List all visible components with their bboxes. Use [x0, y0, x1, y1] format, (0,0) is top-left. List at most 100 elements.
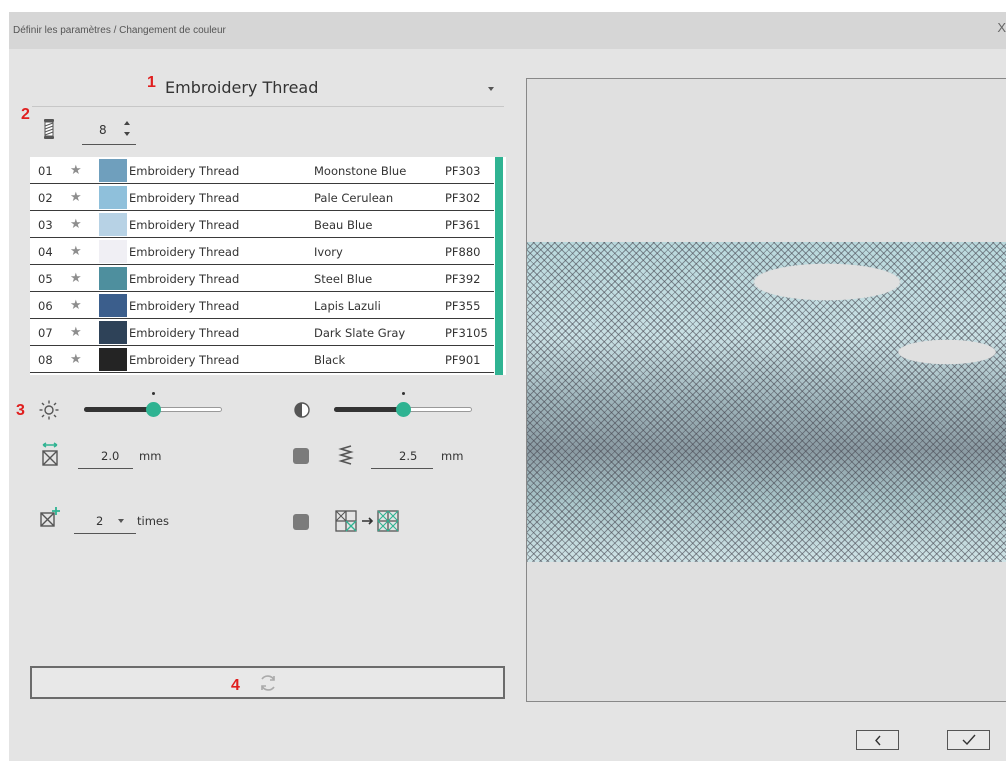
star-icon[interactable]: ★: [70, 352, 82, 367]
chevron-down-icon: [488, 87, 494, 91]
sun-icon: [39, 400, 59, 420]
chevron-left-icon: [875, 735, 881, 746]
thread-code: PF3105: [445, 326, 488, 340]
thread-number: 08: [38, 353, 53, 367]
thread-number: 03: [38, 218, 53, 232]
star-icon[interactable]: ★: [70, 271, 82, 286]
refresh-icon: [261, 675, 275, 691]
thread-code: PF361: [445, 218, 481, 232]
star-icon[interactable]: ★: [70, 190, 82, 205]
cross-stitch-size-icon: [42, 442, 58, 466]
close-button[interactable]: X: [997, 20, 1006, 35]
contrast-thumb[interactable]: [396, 402, 411, 417]
brightness-thumb[interactable]: [146, 402, 161, 417]
repeat-unit: times: [137, 514, 169, 528]
zigzag-checkbox[interactable]: [293, 448, 309, 464]
star-icon[interactable]: ★: [70, 244, 82, 259]
dialog-window: Définir les paramètres / Changement de c…: [9, 12, 1006, 761]
zigzag-stitch-icon: [338, 445, 354, 465]
thread-number: 01: [38, 164, 53, 178]
color-swatch[interactable]: [99, 294, 127, 317]
chevron-down-icon: [118, 519, 124, 523]
table-row[interactable]: 08 ★ Embroidery Thread Black PF901: [30, 347, 494, 373]
thread-code: PF302: [445, 191, 481, 205]
thread-brand: Embroidery Thread: [129, 164, 240, 178]
color-swatch[interactable]: [99, 186, 127, 209]
checkmark-icon: [962, 734, 976, 746]
thread-color-name: Steel Blue: [314, 272, 373, 286]
thread-color-name: Beau Blue: [314, 218, 373, 232]
table-row[interactable]: 03 ★ Embroidery Thread Beau Blue PF361: [30, 212, 494, 238]
title-bar: Définir les paramètres / Changement de c…: [9, 12, 1006, 49]
table-row[interactable]: 01 ★ Embroidery Thread Moonstone Blue PF303: [30, 158, 494, 184]
thread-code: PF901: [445, 353, 481, 367]
color-swatch[interactable]: [99, 348, 127, 371]
thread-number: 06: [38, 299, 53, 313]
table-row[interactable]: 05 ★ Embroidery Thread Steel Blue PF392: [30, 266, 494, 292]
cross-size-unit: mm: [139, 449, 162, 463]
thread-brand: Embroidery Thread: [129, 191, 240, 205]
thread-color-name: Dark Slate Gray: [314, 326, 406, 340]
contrast-slider[interactable]: [334, 392, 472, 417]
color-swatch[interactable]: [99, 213, 127, 236]
convert-stitch-checkbox[interactable]: [293, 514, 309, 530]
cross-size-input[interactable]: 2.0: [78, 444, 133, 469]
refresh-preview-button[interactable]: [30, 666, 505, 699]
preview-canvas[interactable]: [526, 78, 1006, 702]
thread-brand: Embroidery Thread: [129, 272, 240, 286]
color-swatch[interactable]: [99, 240, 127, 263]
back-button[interactable]: [856, 730, 899, 750]
thread-color-table: 01 ★ Embroidery Thread Moonstone Blue PF303 0…: [30, 157, 506, 375]
thread-brand: Embroidery Thread: [129, 299, 240, 313]
annotation-2: 2: [21, 106, 30, 123]
thread-brand: Embroidery Thread: [129, 218, 240, 232]
thread-color-name: Moonstone Blue: [314, 164, 407, 178]
annotation-3: 3: [16, 402, 25, 419]
color-swatch[interactable]: [99, 267, 127, 290]
thread-code: PF392: [445, 272, 481, 286]
thread-brand: Embroidery Thread: [129, 245, 240, 259]
thread-number: 02: [38, 191, 53, 205]
star-icon[interactable]: ★: [70, 163, 82, 178]
repeat-select[interactable]: 2: [74, 509, 136, 534]
thread-code: PF880: [445, 245, 481, 259]
thread-color-name: Black: [314, 353, 346, 367]
thread-brand: Embroidery Thread: [129, 353, 240, 367]
thread-brand-value: Embroidery Thread: [165, 78, 319, 97]
preview-highlights: [527, 242, 1006, 562]
color-count-value: 8: [99, 123, 107, 137]
ok-button[interactable]: [947, 730, 990, 750]
table-row[interactable]: 07 ★ Embroidery Thread Dark Slate Gray PF310…: [30, 320, 494, 346]
decrement-arrow-icon[interactable]: [124, 132, 130, 136]
increment-arrow-icon[interactable]: [124, 121, 130, 125]
color-swatch[interactable]: [99, 159, 127, 182]
table-row[interactable]: 06 ★ Embroidery Thread Lapis Lazuli PF355: [30, 293, 494, 319]
color-swatch[interactable]: [99, 321, 127, 344]
thread-spool-icon: [44, 119, 54, 139]
brightness-default-tick: [152, 392, 155, 395]
scrollbar[interactable]: [495, 157, 503, 375]
thread-number: 05: [38, 272, 53, 286]
thread-brand: Embroidery Thread: [129, 326, 240, 340]
contrast-default-tick: [402, 392, 405, 395]
cross-size-value: 2.0: [101, 449, 120, 463]
repeat-value: 2: [96, 514, 104, 528]
contrast-fill: [334, 407, 403, 412]
thread-color-name: Lapis Lazuli: [314, 299, 381, 313]
brightness-fill: [84, 407, 153, 412]
table-row[interactable]: 04 ★ Embroidery Thread Ivory PF880: [30, 239, 494, 265]
star-icon[interactable]: ★: [70, 217, 82, 232]
zigzag-value: 2.5: [399, 449, 418, 463]
brightness-slider[interactable]: [84, 392, 222, 417]
zigzag-unit: mm: [441, 449, 464, 463]
contrast-icon: [294, 402, 310, 418]
table-row[interactable]: 02 ★ Embroidery Thread Pale Cerulean PF302: [30, 185, 494, 211]
thread-code: PF355: [445, 299, 481, 313]
color-count-stepper[interactable]: 8: [82, 116, 136, 145]
star-icon[interactable]: ★: [70, 298, 82, 313]
stitch-convert-icon: [335, 510, 399, 532]
star-icon[interactable]: ★: [70, 325, 82, 340]
thread-color-name: Pale Cerulean: [314, 191, 394, 205]
zigzag-input[interactable]: 2.5: [371, 444, 433, 469]
thread-brand-select[interactable]: Embroidery Thread: [32, 73, 504, 107]
